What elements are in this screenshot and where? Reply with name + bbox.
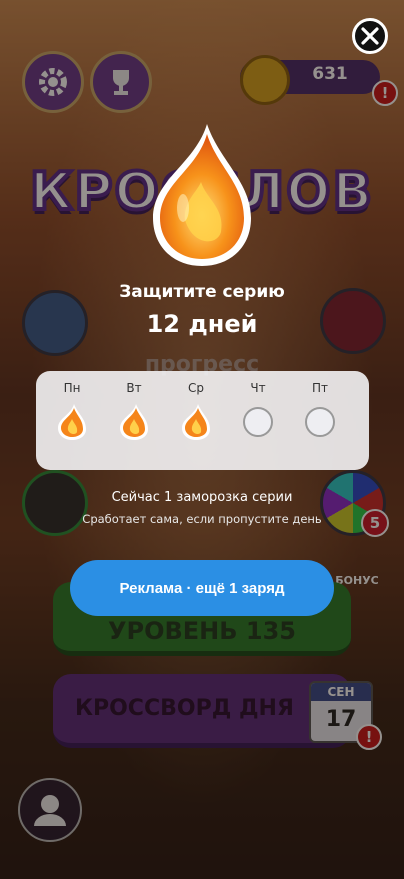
watch-ad-button[interactable]: Реклама · ещё 1 заряд: [70, 560, 334, 616]
day-label: Вт: [126, 381, 142, 395]
freeze-description: Сработает сама, если пропустите день: [82, 512, 322, 526]
streak-title: Защитите серию: [119, 282, 285, 302]
day-label: Ср: [188, 381, 204, 395]
close-icon: [361, 27, 379, 45]
day-fri: Пт: [300, 381, 340, 439]
day-mon: Пн: [52, 381, 92, 440]
day-wed: Ср: [176, 381, 216, 440]
day-label: Чт: [250, 381, 266, 395]
week-streak-card: Пн Вт Ср Чт Пт: [36, 371, 369, 470]
close-button[interactable]: [352, 18, 388, 54]
small-flame-icon: [181, 404, 211, 440]
small-flame-icon: [57, 404, 87, 440]
day-thu: Чт: [238, 381, 278, 439]
empty-day-circle: [243, 405, 273, 439]
small-flame-icon: [119, 404, 149, 440]
streak-count: 12 дней: [146, 310, 258, 338]
day-tue: Вт: [114, 381, 154, 440]
day-label: Пн: [63, 381, 81, 395]
flame-icon: [153, 124, 251, 266]
day-label: Пт: [311, 381, 328, 395]
empty-day-circle: [305, 405, 335, 439]
freeze-status: Сейчас 1 заморозка серии: [111, 490, 293, 505]
